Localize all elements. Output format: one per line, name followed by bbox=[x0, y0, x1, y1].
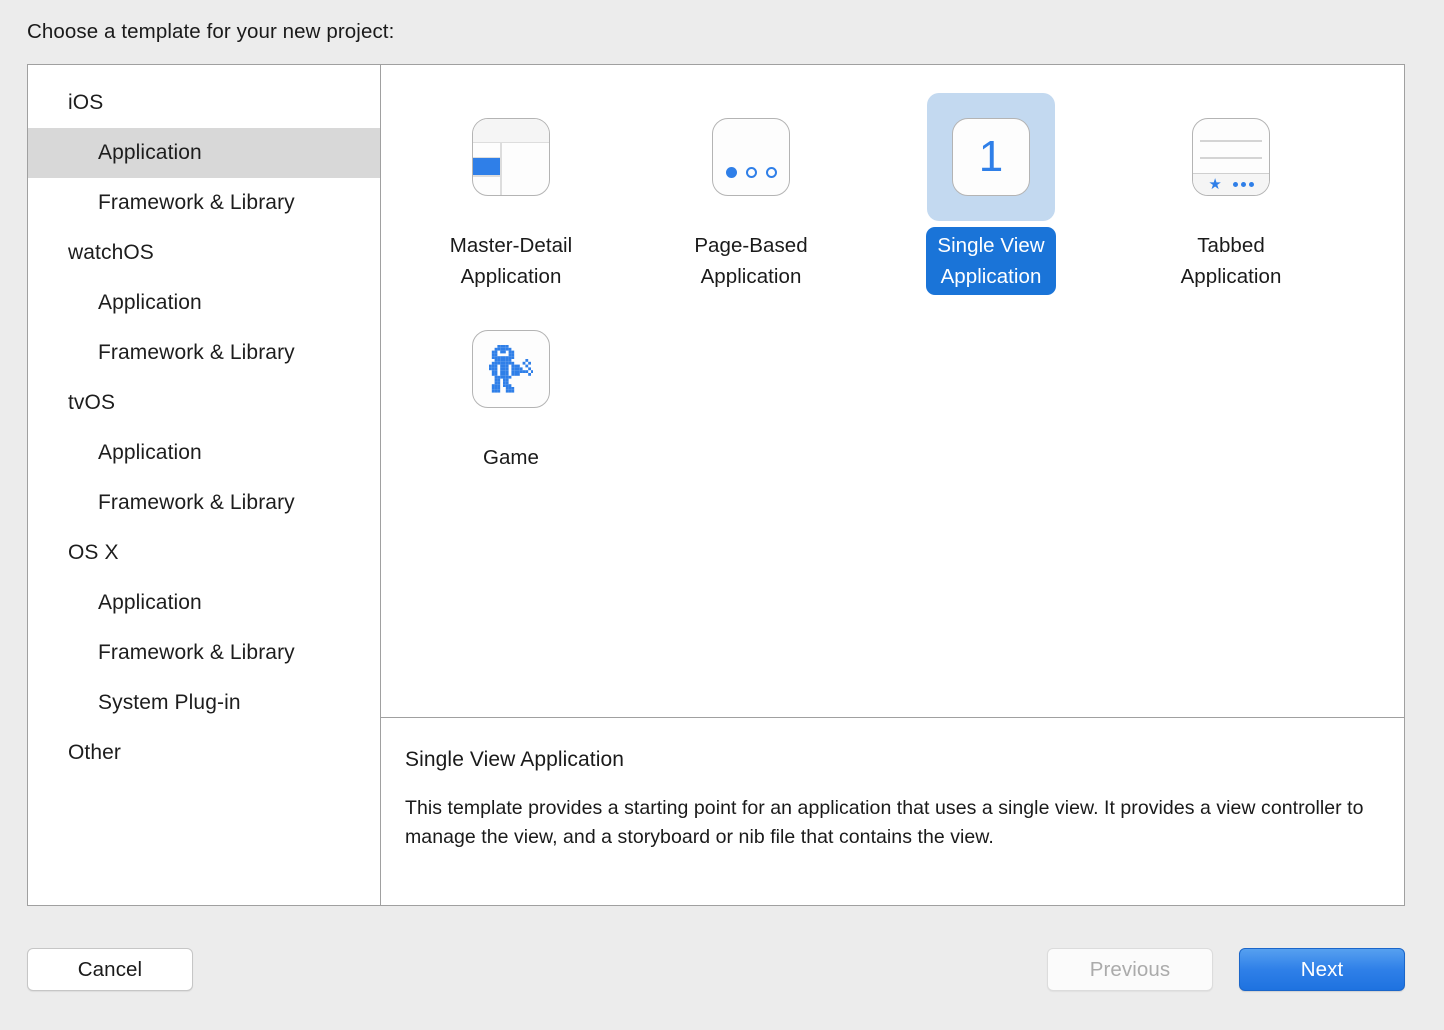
template-item-label: Game bbox=[472, 439, 550, 476]
single-view-numeral: 1 bbox=[953, 119, 1029, 195]
template-item-label: Page-Based Application bbox=[683, 227, 818, 295]
sidebar-item-application[interactable]: Application bbox=[28, 578, 380, 628]
sidebar-item-tvos[interactable]: tvOS bbox=[28, 378, 380, 428]
main-panel: iOS Application Framework & Library watchOS… bbox=[27, 64, 1405, 906]
page-based-icon bbox=[712, 118, 790, 196]
previous-button[interactable]: Previous bbox=[1047, 948, 1213, 991]
master-detail-divider bbox=[500, 143, 502, 195]
sidebar-item-label: watchOS bbox=[68, 241, 154, 265]
sidebar-item-label: Other bbox=[68, 741, 121, 765]
sidebar-item-label: OS X bbox=[68, 541, 119, 565]
sidebar-item-other[interactable]: Other bbox=[28, 728, 380, 778]
tabbed-content-line bbox=[1200, 140, 1262, 142]
page-control-dots bbox=[713, 167, 789, 178]
sidebar-item-application[interactable]: Application bbox=[28, 128, 380, 178]
sidebar-item-label: Application bbox=[98, 441, 202, 465]
sidebar-item-application[interactable]: Application bbox=[28, 428, 380, 478]
sidebar-item-framework-library[interactable]: Framework & Library bbox=[28, 478, 380, 528]
template-item-single-view-application[interactable]: 1 Single View Application bbox=[871, 83, 1111, 295]
single-view-icon: 1 bbox=[952, 118, 1030, 196]
template-icon-highlight bbox=[447, 93, 575, 221]
sidebar-item-label: Framework & Library bbox=[98, 191, 295, 215]
master-detail-selected-row bbox=[473, 158, 500, 175]
page-title: Choose a template for your new project: bbox=[27, 20, 394, 44]
star-icon: ★ bbox=[1208, 177, 1221, 192]
tabbed-icon: ★ bbox=[1192, 118, 1270, 196]
platform-sidebar[interactable]: iOS Application Framework & Library watchOS… bbox=[28, 65, 381, 905]
template-icon-highlight: 1 bbox=[927, 93, 1055, 221]
description-body: This template provides a starting point … bbox=[405, 794, 1370, 852]
template-item-label: Master-Detail Application bbox=[439, 227, 584, 295]
master-detail-icon bbox=[472, 118, 550, 196]
template-item-game[interactable]: Game bbox=[391, 295, 631, 476]
next-button[interactable]: Next bbox=[1239, 948, 1405, 991]
template-item-page-based-application[interactable]: Page-Based Application bbox=[631, 83, 871, 295]
sidebar-item-label: iOS bbox=[68, 91, 103, 115]
description-title: Single View Application bbox=[405, 748, 1370, 772]
sidebar-item-label: System Plug-in bbox=[98, 691, 241, 715]
sidebar-item-framework-library[interactable]: Framework & Library bbox=[28, 628, 380, 678]
pixel-robot-sprite bbox=[473, 331, 549, 407]
ellipsis-icon bbox=[1233, 182, 1254, 187]
template-description-pane: Single View Application This template pr… bbox=[381, 718, 1404, 905]
right-pane: Master-Detail Application Page-Based Appl… bbox=[381, 65, 1404, 905]
sidebar-item-os-x[interactable]: OS X bbox=[28, 528, 380, 578]
sidebar-item-watchos[interactable]: watchOS bbox=[28, 228, 380, 278]
template-item-label: Single View Application bbox=[926, 227, 1055, 295]
sidebar-item-label: Application bbox=[98, 291, 202, 315]
template-icon-highlight bbox=[687, 93, 815, 221]
sidebar-item-label: Framework & Library bbox=[98, 341, 295, 365]
template-grid-area: Master-Detail Application Page-Based Appl… bbox=[381, 65, 1404, 718]
sidebar-item-system-plug-in[interactable]: System Plug-in bbox=[28, 678, 380, 728]
sidebar-item-ios[interactable]: iOS bbox=[28, 78, 380, 128]
master-detail-row-line bbox=[473, 175, 500, 177]
template-icon-highlight: ★ bbox=[1167, 93, 1295, 221]
sidebar-item-label: Framework & Library bbox=[98, 641, 295, 665]
tabbed-content-line bbox=[1200, 157, 1262, 159]
sidebar-item-framework-library[interactable]: Framework & Library bbox=[28, 178, 380, 228]
sidebar-item-label: Framework & Library bbox=[98, 491, 295, 515]
game-robot-icon bbox=[472, 330, 550, 408]
cancel-button[interactable]: Cancel bbox=[27, 948, 193, 991]
template-chooser-dialog: Choose a template for your new project: … bbox=[0, 0, 1444, 1030]
sidebar-item-application[interactable]: Application bbox=[28, 278, 380, 328]
sidebar-item-label: Application bbox=[98, 591, 202, 615]
tab-bar: ★ bbox=[1193, 173, 1269, 195]
template-item-label: Tabbed Application bbox=[1170, 227, 1293, 295]
master-detail-titlebar bbox=[473, 119, 549, 143]
sidebar-item-label: tvOS bbox=[68, 391, 115, 415]
template-icon-highlight bbox=[447, 305, 575, 433]
template-item-tabbed-application[interactable]: ★ Tabbed Application bbox=[1111, 83, 1351, 295]
template-grid: Master-Detail Application Page-Based Appl… bbox=[381, 83, 1404, 476]
template-item-master-detail-application[interactable]: Master-Detail Application bbox=[391, 83, 631, 295]
sidebar-item-framework-library[interactable]: Framework & Library bbox=[28, 328, 380, 378]
sidebar-item-label: Application bbox=[98, 141, 202, 165]
